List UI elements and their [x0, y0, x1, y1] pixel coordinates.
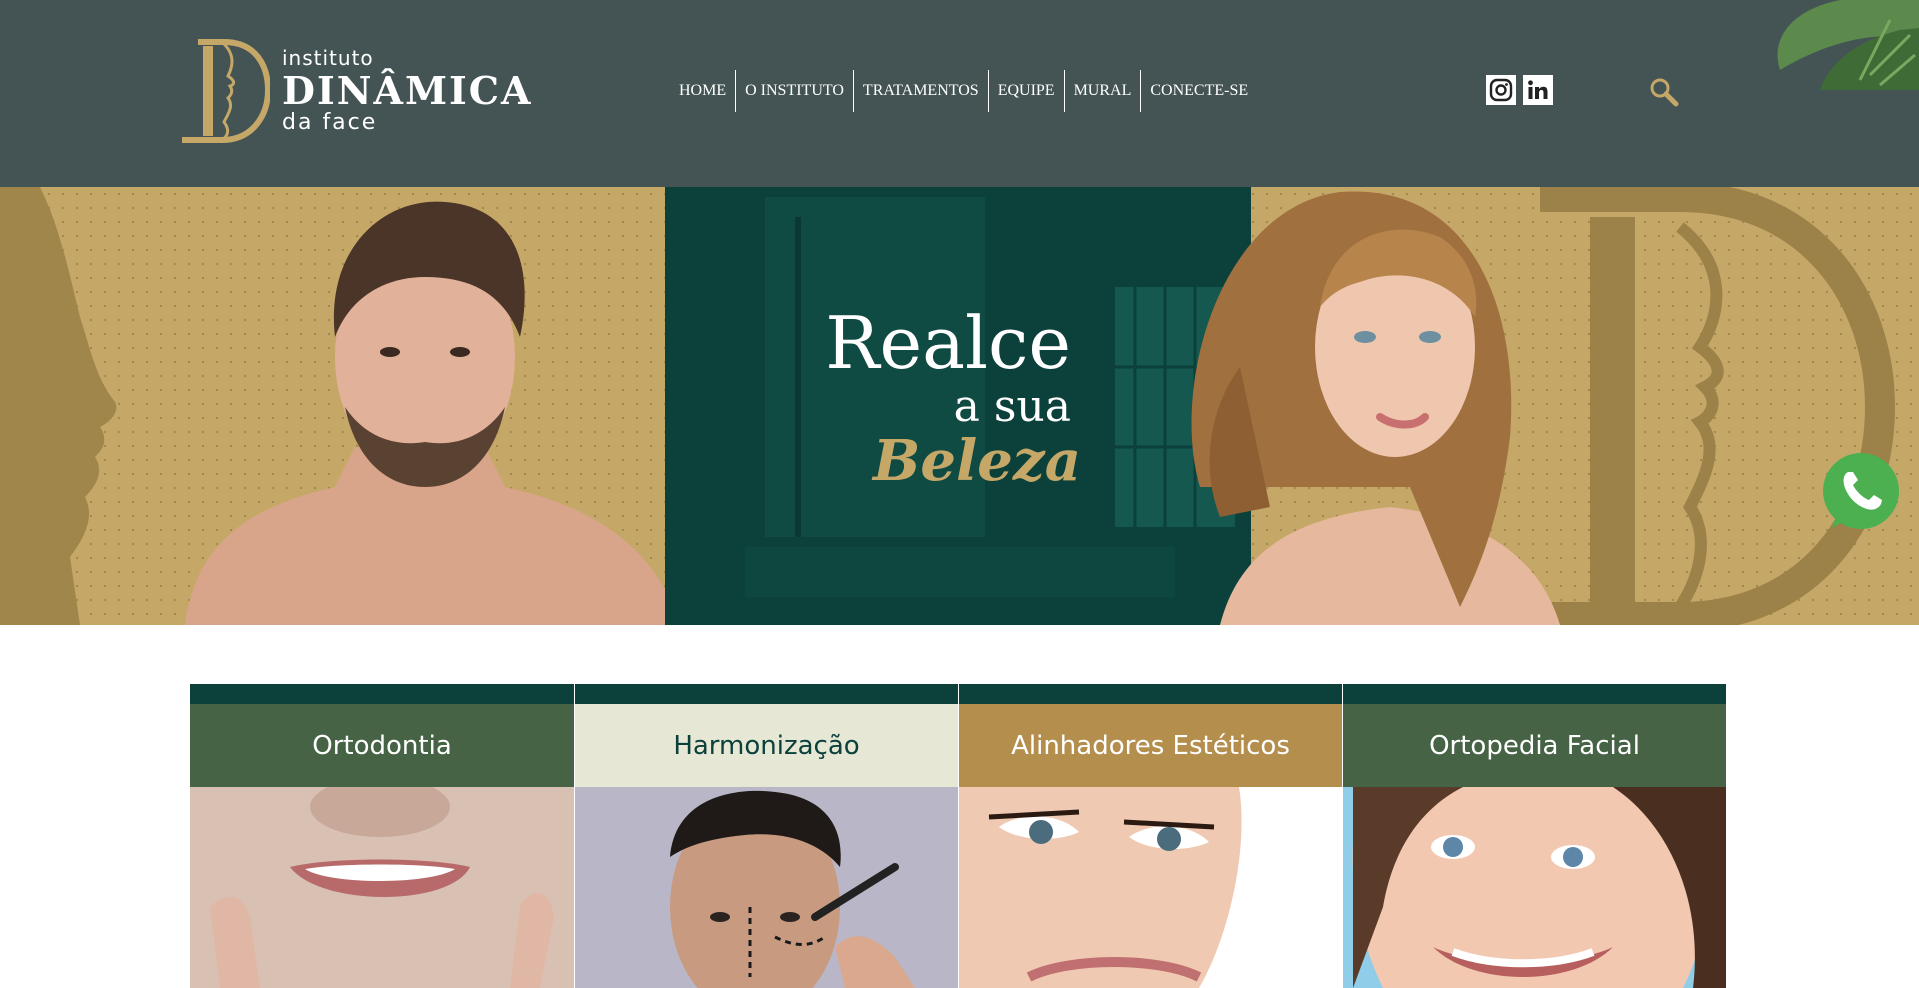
- woman-smile-image: [959, 787, 1342, 988]
- nav-item-mural[interactable]: MURAL: [1063, 70, 1141, 112]
- smile-image: [190, 787, 574, 988]
- card-ortopedia-facial[interactable]: Ortopedia Facial: [1342, 684, 1726, 988]
- card-title: Harmonização: [575, 704, 958, 787]
- headline-a-sua: a sua: [953, 381, 1071, 432]
- man-harmonization-image: [575, 787, 958, 988]
- card-title: Ortodontia: [190, 704, 574, 787]
- nav-item-conecte-se[interactable]: CONECTE-SE: [1140, 70, 1257, 112]
- leaf-decoration: [1777, 0, 1919, 90]
- instagram-icon[interactable]: [1486, 75, 1516, 105]
- card-title: Ortopedia Facial: [1343, 704, 1726, 787]
- nav-item-equipe[interactable]: EQUIPE: [987, 70, 1064, 112]
- woman-portrait: [1191, 191, 1560, 625]
- card-harmonizacao[interactable]: Harmonização: [574, 684, 958, 988]
- nav-item-home[interactable]: HOME: [670, 70, 735, 112]
- logo-line-2: DINÂMICA: [282, 68, 533, 113]
- whatsapp-icon[interactable]: [1822, 452, 1900, 530]
- card-alinhadores[interactable]: Alinhadores Estéticos: [958, 684, 1342, 988]
- man-portrait: [185, 201, 680, 625]
- main-nav: HOME O INSTITUTO TRATAMENTOS EQUIPE MURA…: [670, 70, 1257, 112]
- girl-smile-image: [1343, 787, 1726, 988]
- linkedin-icon[interactable]: [1523, 75, 1553, 105]
- card-ortodontia[interactable]: Ortodontia: [190, 684, 574, 988]
- headline-beleza: Beleza: [873, 428, 1081, 495]
- card-topbar: [1343, 684, 1726, 704]
- card-topbar: [959, 684, 1342, 704]
- card-title: Alinhadores Estéticos: [959, 704, 1342, 787]
- nav-item-o-instituto[interactable]: O INSTITUTO: [735, 70, 853, 112]
- hero-banner[interactable]: Realce a sua Beleza: [0, 187, 1919, 625]
- hero-headline: Realce a sua Beleza: [825, 301, 1081, 493]
- hero-center-panel: Realce a sua Beleza: [665, 187, 1251, 625]
- card-topbar: [190, 684, 574, 704]
- search-icon[interactable]: [1648, 76, 1680, 108]
- headline-realce: Realce: [825, 301, 1071, 385]
- logo-line-1: instituto: [282, 46, 374, 70]
- site-header: instituto DINÂMICA da face HOME O INSTIT…: [0, 0, 1919, 187]
- logo-text: instituto DINÂMICA da face: [282, 48, 533, 134]
- logo-mark-icon: [182, 39, 270, 143]
- face-silhouette-left: [0, 187, 117, 625]
- logo-line-3: da face: [282, 110, 378, 135]
- card-topbar: [575, 684, 958, 704]
- logo[interactable]: instituto DINÂMICA da face: [178, 36, 531, 146]
- treatment-cards: Ortodontia Harmonização Alinhadores Esté…: [190, 684, 1726, 988]
- social-links: [1486, 75, 1553, 105]
- nav-item-tratamentos[interactable]: TRATAMENTOS: [852, 70, 988, 112]
